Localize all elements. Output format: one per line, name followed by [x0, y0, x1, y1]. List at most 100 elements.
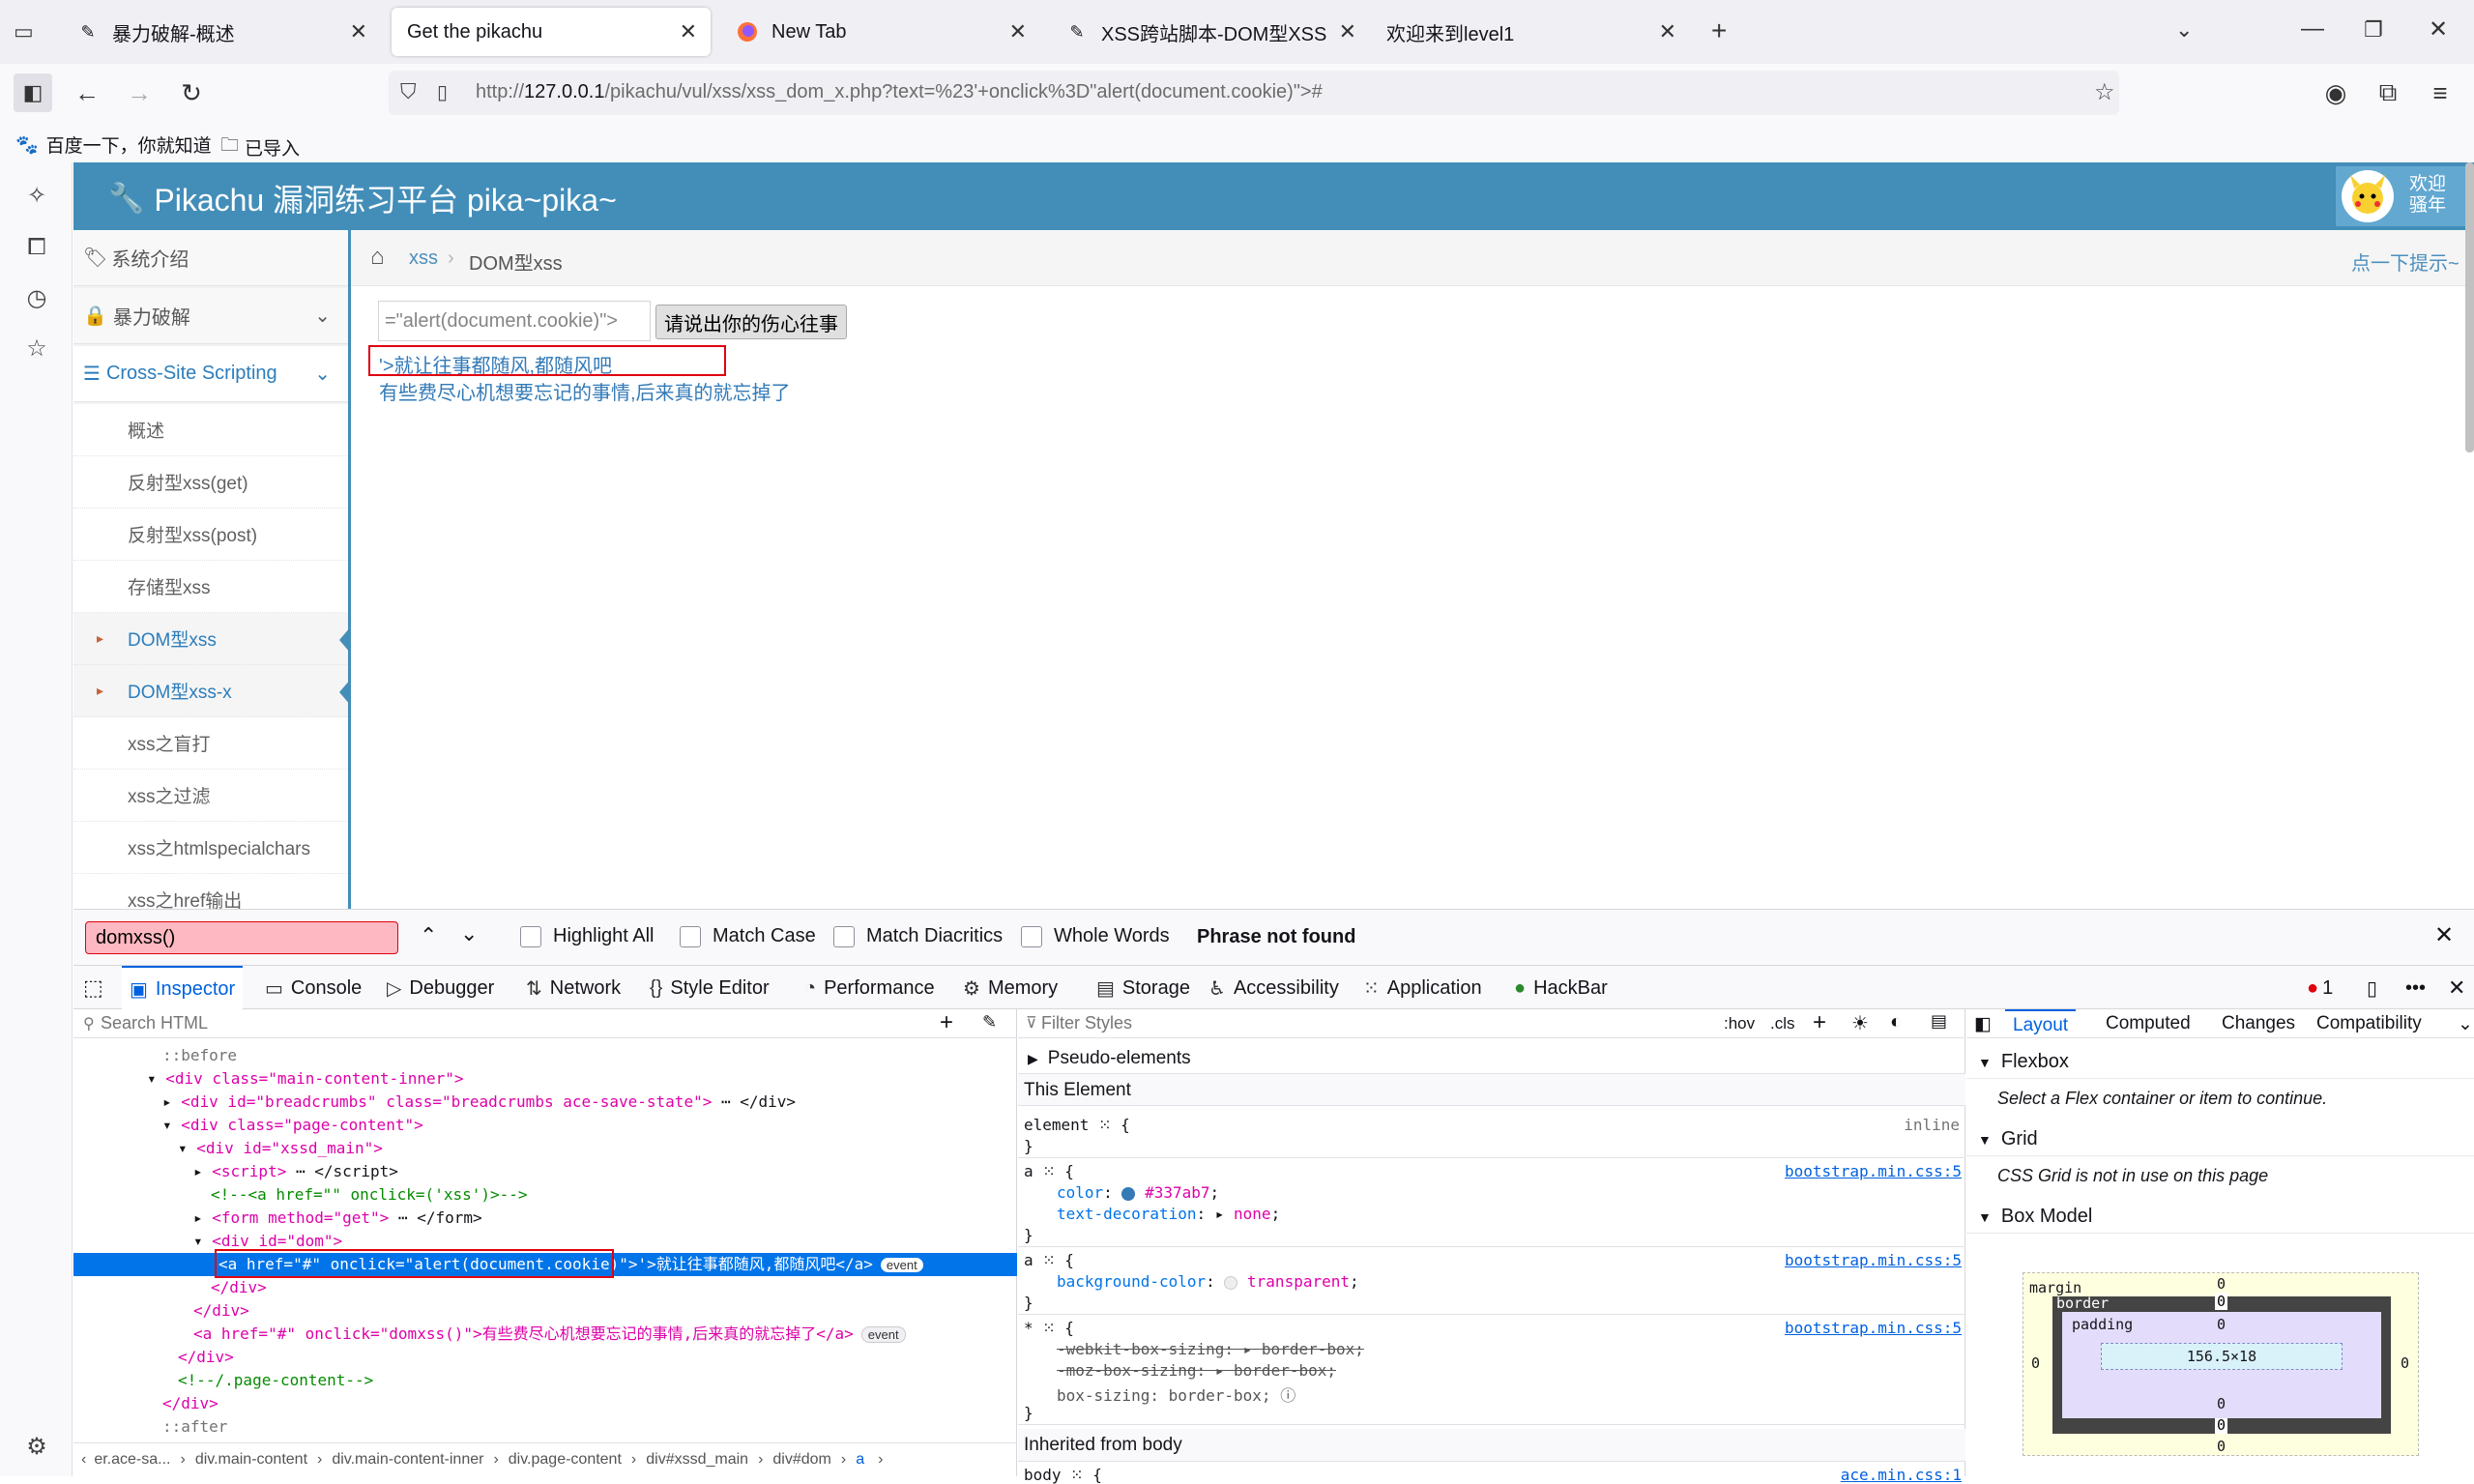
markup-close-div[interactable]: </div>	[73, 1392, 1017, 1415]
search-html-input[interactable]	[101, 1012, 584, 1033]
bookmark-baidu[interactable]: 🐾 百度一下，你就知道	[15, 131, 212, 158]
error-count-badge[interactable]: ● 1	[2307, 966, 2333, 1010]
decl-text-decoration[interactable]: text-decoration: ▸ none;	[1018, 1205, 1965, 1223]
rule-a-2[interactable]: a ⁙ {bootstrap.min.css:5	[1018, 1251, 1965, 1269]
tab-storage[interactable]: ▤ Storage	[1096, 966, 1190, 1010]
tab-console[interactable]: ▭ Console	[265, 966, 362, 1010]
find-close-icon[interactable]: ✕	[2434, 921, 2454, 949]
chevron-left-icon[interactable]: ‹	[81, 1451, 86, 1469]
decl-background-color[interactable]: background-color: transparent;	[1018, 1272, 1965, 1291]
add-rule-icon[interactable]: +	[1813, 1009, 1826, 1036]
tab-computed[interactable]: Computed	[2106, 1013, 2191, 1034]
home-icon[interactable]: ⌂	[370, 244, 385, 271]
submenu-reflected-get[interactable]: 反射型xss(get)	[73, 456, 348, 509]
menu-item-xss[interactable]: ☰ Cross-Site Scripting ⌄	[73, 346, 348, 402]
minimize-icon[interactable]: —	[2301, 15, 2324, 43]
tab-performance[interactable]: ◔ Performance	[804, 966, 935, 1010]
url-text[interactable]: http://127.0.0.1/pikachu/vul/xss/xss_dom…	[476, 81, 1323, 103]
close-icon[interactable]: ✕	[1009, 19, 1027, 44]
submenu-dom-xss-x[interactable]: ▸ DOM型xss-x	[73, 665, 351, 717]
rule-body[interactable]: body ⁙ {ace.min.css:1	[1018, 1466, 1965, 1484]
tab-changes[interactable]: Changes	[2222, 1013, 2295, 1034]
light-mode-icon[interactable]: ☀	[1851, 1011, 1869, 1035]
tab-compatibility[interactable]: Compatibility	[2316, 1013, 2422, 1034]
add-node-icon[interactable]: +	[940, 1009, 953, 1036]
back-icon[interactable]: ←	[68, 73, 106, 112]
highlight-all-checkbox[interactable]: Highlight All	[520, 925, 655, 947]
box-model-border[interactable]: border 0 0 padding 0 0 156.5×18	[2052, 1293, 2391, 1434]
tab-xss-dom[interactable]: ✎ XSS跨站脚本-DOM型XSS ✕	[1051, 8, 1370, 56]
tab-memory[interactable]: ⚙ Memory	[963, 966, 1058, 1010]
url-bar[interactable]: ⛉ ▯ http://127.0.0.1/pikachu/vul/xss/xss…	[389, 71, 2119, 115]
crumb[interactable]: div#xssd_main	[646, 1451, 748, 1469]
bookmark-star-icon[interactable]: ☆	[2094, 78, 2115, 106]
tab-application[interactable]: ⁙ Application	[1363, 966, 1482, 1010]
crumb[interactable]: div.main-content-inner	[332, 1451, 483, 1469]
chevron-right-icon[interactable]: ›	[878, 1451, 883, 1469]
flexbox-section[interactable]: ▼ Flexbox	[1966, 1046, 2474, 1079]
event-badge[interactable]: event	[860, 1326, 906, 1343]
event-badge[interactable]: event	[880, 1258, 923, 1272]
restore-icon[interactable]: ❐	[2364, 17, 2383, 43]
crumb[interactable]: a	[856, 1451, 864, 1469]
markup-close-div[interactable]: </div>	[73, 1346, 1017, 1369]
submenu-dom-xss[interactable]: ▸ DOM型xss	[73, 613, 351, 665]
rule-source-link[interactable]: bootstrap.min.css:5	[1785, 1251, 1962, 1269]
tab-accessibility[interactable]: ♿ Accessibility	[1208, 966, 1339, 1010]
bookmark-folder-imported[interactable]: 🗀 已导入	[220, 131, 300, 162]
decl-webkit-box-sizing[interactable]: -webkit-box-sizing: ▸ border-box;	[1018, 1340, 1965, 1358]
submit-button[interactable]: 请说出你的伤心往事	[655, 305, 847, 339]
find-next-icon[interactable]: ⌄	[460, 921, 478, 946]
rule-source-link[interactable]: bootstrap.min.css:5	[1785, 1319, 1962, 1337]
markup-after[interactable]: ::after	[73, 1415, 1017, 1439]
hint-link[interactable]: 点一下提示~	[2351, 247, 2459, 276]
synced-tabs-icon[interactable]: ⧠	[21, 232, 52, 263]
tab-style-editor[interactable]: {} Style Editor	[650, 966, 770, 1010]
breadcrumb-link-xss[interactable]: xss	[409, 247, 438, 270]
markup-a-domxss[interactable]: <a href="#" onclick="domxss()">有些费尽心机想要忘…	[73, 1323, 1017, 1346]
grid-section[interactable]: ▼ Grid	[1966, 1123, 2474, 1156]
menu-item-brute-force[interactable]: 🔒 暴力破解 ⌄	[73, 288, 348, 344]
crumb[interactable]: er.ace-sa...	[94, 1451, 170, 1469]
eyedropper-icon[interactable]: ✎	[982, 1012, 997, 1033]
submenu-reflected-post[interactable]: 反射型xss(post)	[73, 509, 348, 561]
menu-icon[interactable]: ≡	[2421, 73, 2459, 112]
markup-comment-page[interactable]: <!--/.page-content-->	[73, 1369, 1017, 1392]
user-avatar-area[interactable]: 欢迎 骚年	[2336, 166, 2471, 226]
markup-comment[interactable]: <!--<a href="" onclick=('xss')>-->	[73, 1183, 1017, 1207]
dom-message-link[interactable]: 有些费尽心机想要忘记的事情,后来真的就忘掉了	[379, 377, 791, 405]
padding-bottom-value[interactable]: 0	[2217, 1395, 2226, 1412]
tab-get-the-pikachu[interactable]: Get the pikachu ✕	[392, 8, 711, 56]
submenu-blind[interactable]: xss之盲打	[73, 717, 348, 770]
page-scrollbar[interactable]	[2465, 162, 2474, 452]
decl-moz-box-sizing[interactable]: -moz-box-sizing: ▸ border-box;	[1018, 1361, 1965, 1380]
chevron-down-icon[interactable]: ⌄	[2175, 17, 2193, 43]
more-options-icon[interactable]: •••	[2405, 966, 2426, 1010]
close-icon[interactable]: ✕	[350, 19, 367, 44]
tab-new-tab[interactable]: New Tab ✕	[721, 8, 1040, 56]
ai-sparkle-icon[interactable]: ✧	[21, 180, 52, 211]
box-model-margin[interactable]: margin 0 0 0 0 border 0 0 padding 0 0 15…	[2023, 1272, 2419, 1456]
element-picker-icon[interactable]: ⬚	[83, 966, 103, 1010]
whole-words-checkbox[interactable]: Whole Words	[1021, 925, 1170, 947]
shield-icon[interactable]: ⛉	[400, 79, 417, 104]
hov-toggle[interactable]: :hov	[1724, 1014, 1755, 1033]
site-title[interactable]: 🔧 Pikachu 漏洞练习平台 pika~pika~	[108, 176, 617, 220]
color-swatch[interactable]	[1121, 1186, 1136, 1201]
tab-level1[interactable]: 欢迎来到level1 ✕	[1371, 8, 1690, 56]
box-model-section[interactable]: ▼ Box Model	[1966, 1201, 2474, 1234]
text-input[interactable]	[378, 301, 651, 341]
crumb[interactable]: div.page-content	[509, 1451, 622, 1469]
close-icon[interactable]: ✕	[1339, 19, 1356, 44]
submenu-filter[interactable]: xss之过滤	[73, 770, 348, 822]
margin-right-value[interactable]: 0	[2401, 1354, 2409, 1372]
find-previous-icon[interactable]: ⌃	[420, 923, 437, 948]
markup-xssd-main[interactable]: ▾ <div id="xssd_main">	[73, 1137, 1017, 1160]
close-icon[interactable]: ✕	[680, 19, 697, 44]
decl-box-sizing[interactable]: box-sizing: border-box; ⓘ	[1018, 1382, 1965, 1406]
account-icon[interactable]: ◉	[2316, 73, 2355, 112]
markup-page-content[interactable]: ▾ <div class="page-content">	[73, 1114, 1017, 1137]
tab-inspector[interactable]: ▣ Inspector	[122, 966, 244, 1010]
rule-a-1[interactable]: a ⁙ {bootstrap.min.css:5	[1018, 1162, 1965, 1180]
margin-top-value[interactable]: 0	[2217, 1275, 2226, 1293]
